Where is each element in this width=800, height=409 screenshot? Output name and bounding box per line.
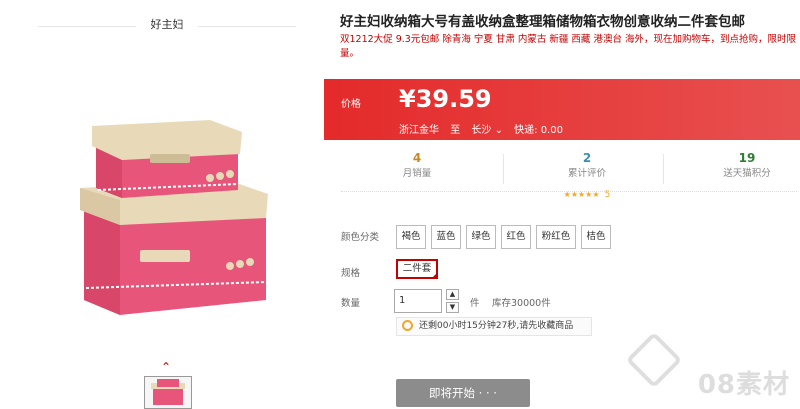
price-banner: 价格 ¥39.59 浙江金华 至 长沙 ⌄ 快递: 0.00 [324, 79, 800, 140]
stock-count: 库存30000件 [492, 298, 551, 309]
spec-label: 规格 [341, 268, 361, 279]
stats-row: 4 月销量 2 累计评价 ★★★★★ 5 19 送天猫积分 [341, 150, 800, 200]
quantity-input[interactable]: 1 [394, 289, 442, 313]
lightbulb-icon [402, 320, 413, 331]
chevron-down-icon: ⌄ [494, 125, 503, 136]
monthly-sales-count: 4 [412, 151, 422, 165]
color-option[interactable]: 桔色 [581, 225, 611, 249]
color-option[interactable]: 红色 [501, 225, 531, 249]
promo-subtitle: 双1212大促 9.3元包邮 除青海 宁夏 甘肃 内蒙古 新疆 西藏 港澳台 海… [340, 34, 796, 59]
product-info-panel: 好主妇收纳箱大号有盖收纳盒整理箱储物箱衣物创意收纳二件套包邮 双1212大促 9… [324, 0, 800, 409]
spec-option-selected[interactable]: 二件套 [396, 259, 438, 279]
product-title: 好主妇收纳箱大号有盖收纳盒整理箱储物箱衣物创意收纳二件套包邮 [340, 14, 745, 30]
color-option[interactable]: 褐色 [396, 225, 426, 249]
chevron-up-icon[interactable]: ⌃ [161, 360, 171, 374]
qty-decrease-button[interactable]: ▼ [446, 302, 459, 313]
qty-unit: 件 [470, 298, 480, 309]
shipping-fee: 快递: 0.00 [514, 125, 563, 136]
destination-select[interactable]: 长沙 ⌄ [471, 125, 503, 136]
ship-to: 至 [450, 125, 461, 136]
product-thumbnail[interactable] [144, 376, 192, 409]
points-stat: 19 送天猫积分 [671, 150, 800, 182]
watermark: 08素材 [697, 370, 790, 400]
reviews-stat[interactable]: 2 累计评价 ★★★★★ 5 [511, 150, 663, 201]
shipping-info: 浙江金华 至 长沙 ⌄ 快递: 0.00 [399, 121, 571, 136]
color-option[interactable]: 绿色 [466, 225, 496, 249]
color-label: 颜色分类 [341, 232, 380, 243]
selected-check-icon [431, 272, 438, 279]
color-option[interactable]: 粉红色 [536, 225, 576, 249]
spec-option-label: 二件套 [402, 263, 432, 274]
reviews-count: 2 [582, 151, 592, 165]
rating-count: 5 [604, 190, 611, 200]
points-count: 19 [738, 151, 756, 165]
qty-label: 数量 [341, 298, 361, 309]
price-value: ¥39.59 [399, 85, 492, 113]
gallery-panel: 好主妇 ⌃ [0, 0, 318, 409]
brand-name: 好主妇 [136, 16, 198, 32]
color-option[interactable]: 蓝色 [431, 225, 461, 249]
monthly-sales-label: 月销量 [402, 168, 432, 179]
countdown-text: 还剩00小时15分钟27秒,请先收藏商品 [419, 321, 574, 331]
buy-button[interactable]: 即将开始 · · · [396, 379, 530, 407]
qty-increase-button[interactable]: ▲ [446, 289, 459, 300]
points-label: 送天猫积分 [723, 168, 771, 179]
price-label: 价格 [341, 99, 361, 110]
destination-label: 长沙 [471, 125, 492, 136]
product-image[interactable] [70, 110, 270, 325]
divider [663, 154, 664, 184]
countdown-tip: 还剩00小时15分钟27秒,请先收藏商品 [396, 317, 592, 336]
reviews-label: 累计评价 [567, 168, 606, 179]
divider [503, 154, 504, 184]
rating-stars-icon: ★★★★★ [563, 190, 600, 199]
ship-origin: 浙江金华 [399, 125, 439, 136]
monthly-sales-stat: 4 月销量 [341, 150, 493, 182]
